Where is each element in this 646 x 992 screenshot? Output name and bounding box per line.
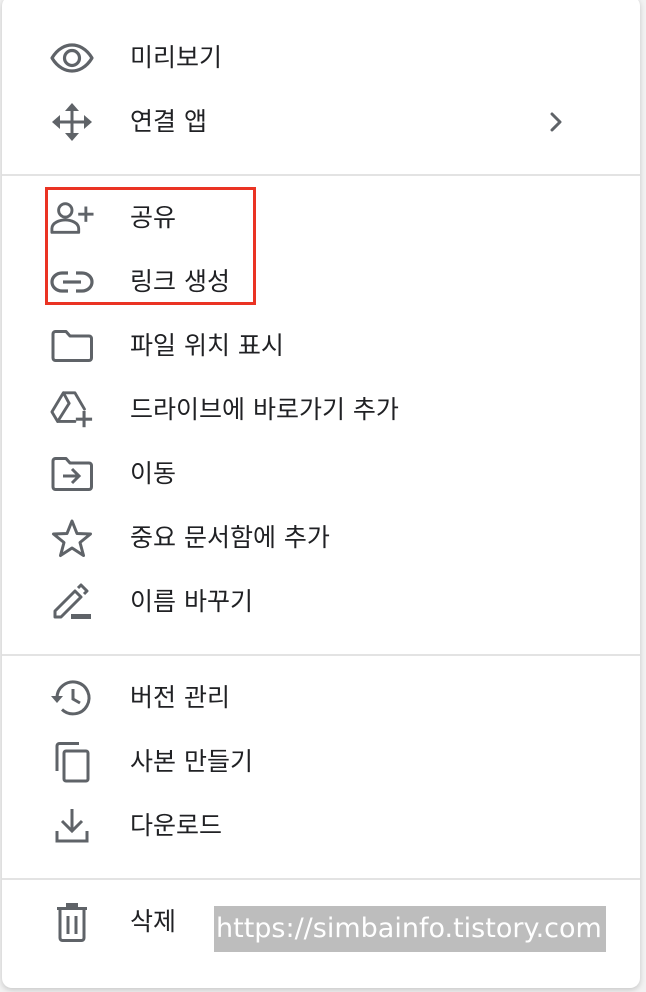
menu-item-add-shortcut[interactable]: 드라이브에 바로가기 추가 bbox=[2, 378, 640, 442]
menu-divider bbox=[2, 878, 640, 880]
menu-divider bbox=[2, 654, 640, 656]
menu-item-download[interactable]: 다운로드 bbox=[2, 794, 640, 858]
menu-item-connected-apps[interactable]: 연결 앱 bbox=[2, 90, 640, 154]
menu-item-label: 이름 바꾸기 bbox=[130, 587, 253, 616]
history-icon bbox=[50, 678, 94, 718]
menu-item-preview[interactable]: 미리보기 bbox=[2, 26, 640, 90]
watermark-text: https://simbainfo.tistory.com bbox=[214, 906, 606, 952]
menu-item-rename[interactable]: 이름 바꾸기 bbox=[2, 570, 640, 634]
folder-icon bbox=[50, 326, 94, 366]
download-icon bbox=[50, 806, 94, 846]
drive-add-icon bbox=[50, 390, 94, 430]
chevron-right-icon bbox=[550, 112, 562, 132]
menu-item-label: 중요 문서함에 추가 bbox=[130, 523, 330, 552]
eye-icon bbox=[50, 38, 94, 78]
menu-item-label: 연결 앱 bbox=[130, 107, 207, 136]
highlight-box bbox=[45, 187, 256, 305]
menu-item-label: 다운로드 bbox=[130, 811, 223, 840]
star-outline-icon bbox=[50, 518, 94, 558]
context-menu: 미리보기 연결 앱 공유 링크 생성 파일 위치 표시 드라이브에 바로가기 추… bbox=[2, 0, 640, 988]
copy-icon bbox=[50, 742, 94, 783]
move-arrows-icon bbox=[50, 102, 94, 142]
menu-item-label: 미리보기 bbox=[130, 43, 223, 72]
menu-item-versions[interactable]: 버전 관리 bbox=[2, 666, 640, 730]
pencil-icon bbox=[50, 582, 94, 622]
menu-item-copy[interactable]: 사본 만들기 bbox=[2, 730, 640, 794]
folder-move-icon bbox=[50, 454, 94, 494]
menu-item-label: 파일 위치 표시 bbox=[130, 331, 284, 360]
menu-item-show-location[interactable]: 파일 위치 표시 bbox=[2, 314, 640, 378]
menu-item-move[interactable]: 이동 bbox=[2, 442, 640, 506]
trash-icon bbox=[50, 902, 94, 942]
menu-divider bbox=[2, 174, 640, 176]
menu-item-label: 드라이브에 바로가기 추가 bbox=[130, 395, 399, 424]
menu-item-label: 사본 만들기 bbox=[130, 747, 253, 776]
menu-item-label: 버전 관리 bbox=[130, 683, 230, 712]
menu-item-label: 삭제 bbox=[130, 907, 177, 936]
menu-item-label: 이동 bbox=[130, 459, 177, 488]
menu-item-star[interactable]: 중요 문서함에 추가 bbox=[2, 506, 640, 570]
